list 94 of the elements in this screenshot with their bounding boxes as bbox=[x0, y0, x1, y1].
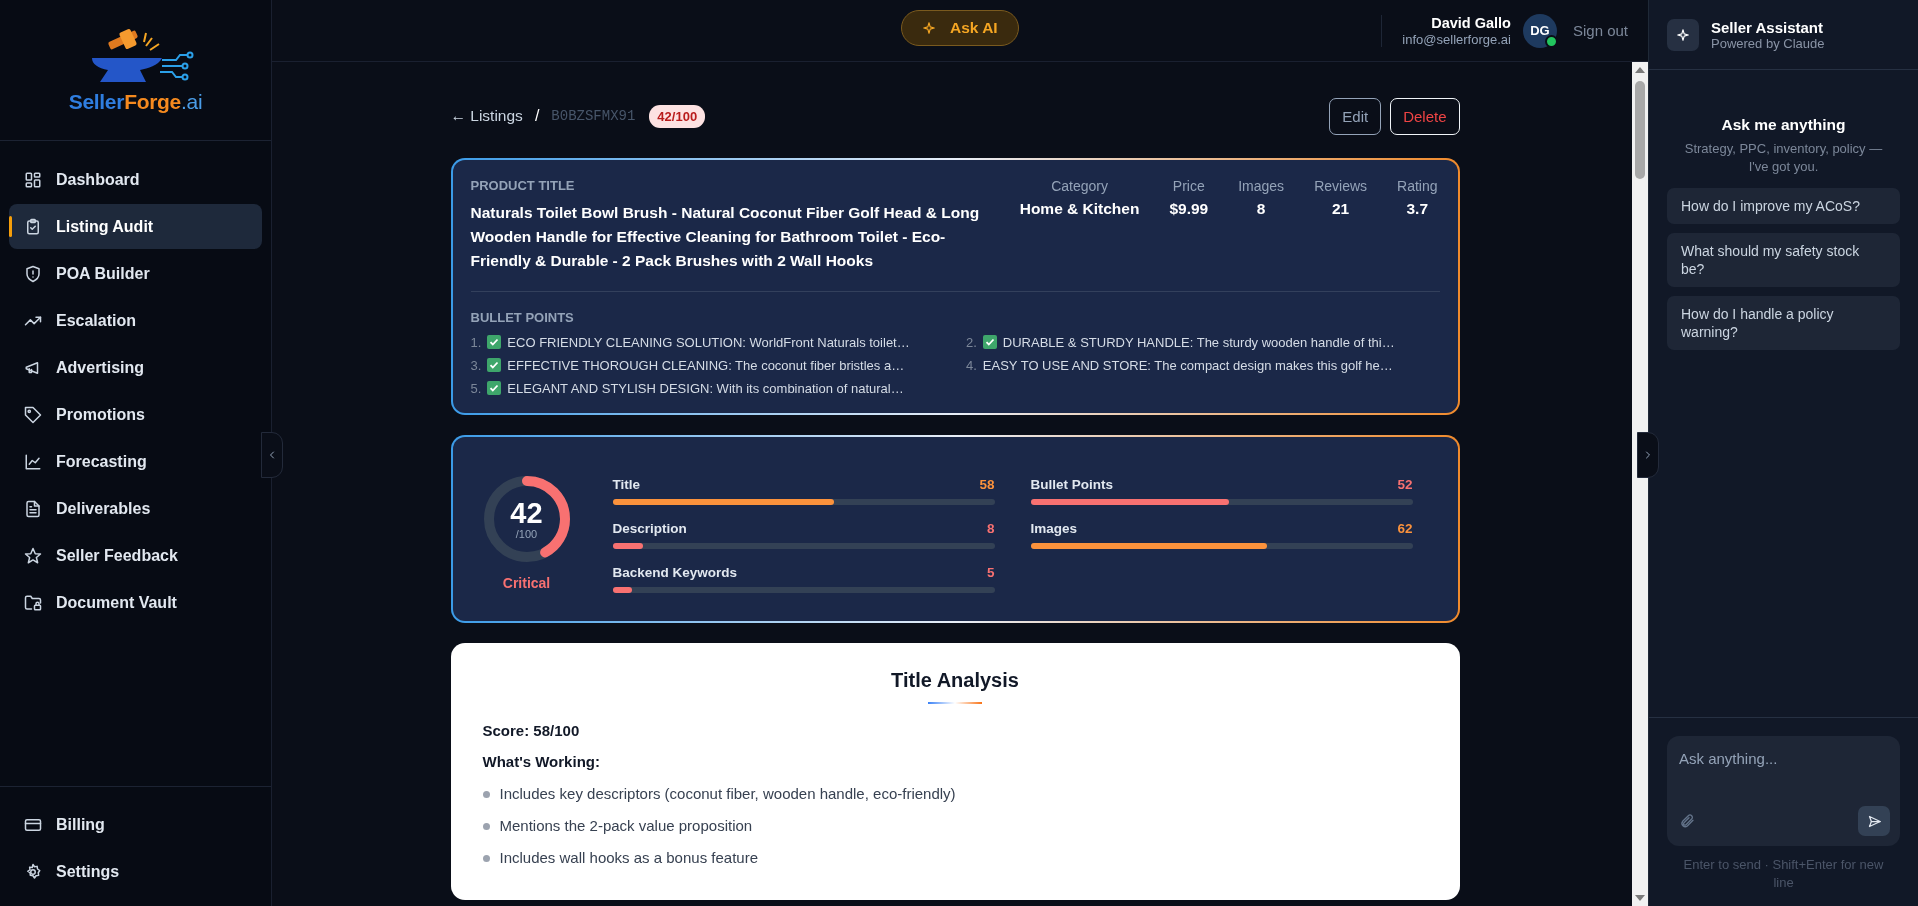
nav-item[interactable]: Escalation bbox=[9, 298, 262, 343]
bullet-text: EASY TO USE AND STORE: The compact design makes this golf he… bbox=[982, 357, 1393, 373]
bullet-number: 2. bbox=[966, 334, 977, 350]
list-item: Includes wall hooks as a bonus feature bbox=[499, 848, 758, 868]
star-icon bbox=[24, 546, 42, 565]
suggestion-chip[interactable]: How do I improve my ACoS? bbox=[1667, 188, 1900, 224]
nav-item[interactable]: Billing bbox=[9, 802, 262, 847]
metric-score: 8 bbox=[987, 521, 995, 536]
overall-score: 42 bbox=[510, 498, 543, 528]
score-text: Score: 58/100 bbox=[482, 722, 581, 739]
input-hint: Enter to send · Shift+Enter for new line bbox=[1682, 856, 1885, 892]
user-avatar[interactable]: DG bbox=[1522, 13, 1557, 48]
bullet-number: 5. bbox=[470, 380, 482, 396]
welcome-heading: Ask me anything bbox=[1721, 116, 1846, 134]
stat-value: 21 bbox=[1331, 200, 1350, 218]
panel-subtitle: Powered by Claude bbox=[1711, 35, 1825, 51]
nav-item[interactable]: POA Builder bbox=[9, 251, 262, 296]
bullet-number: 1. bbox=[470, 334, 482, 350]
settings-icon bbox=[24, 862, 42, 881]
stat-label: Category bbox=[1051, 178, 1108, 194]
scrollbar[interactable] bbox=[1632, 62, 1648, 906]
metric-label: Description bbox=[612, 521, 687, 536]
bullet-dot bbox=[482, 822, 490, 830]
list-item: Includes key descriptors (coconut fiber, wooden handle, eco-friendly) bbox=[499, 784, 956, 804]
send-button[interactable] bbox=[1858, 806, 1890, 836]
grid-icon bbox=[24, 170, 42, 189]
delete-button[interactable]: Delete bbox=[1390, 97, 1460, 135]
nav-item[interactable]: Forecasting bbox=[9, 439, 262, 484]
section-heading: What's Working: bbox=[482, 753, 601, 770]
welcome-text: Strategy, PPC, inventory, policy — I've got you. bbox=[1683, 140, 1884, 176]
panel-title: Seller Assistant bbox=[1711, 18, 1824, 36]
nav-item[interactable]: Document Vault bbox=[9, 580, 262, 625]
nav-item[interactable]: Listing Audit bbox=[9, 204, 262, 249]
message-field[interactable]: Ask anything... bbox=[1679, 746, 1890, 770]
score-max: /100 bbox=[515, 528, 538, 540]
metric-label: Title bbox=[612, 477, 640, 492]
bullet-text: ELEGANT AND STYLISH DESIGN: With its combination of natural… bbox=[507, 380, 904, 396]
shield-icon bbox=[24, 264, 42, 283]
nav-item[interactable]: Dashboard bbox=[9, 157, 262, 202]
product-title: Naturals Toilet Bowl Brush - Natural Coconut Fiber Golf Head & Long Wooden Handle for Effective Cleaning for Bathroom Toilet - Eco-Friendly & Durable - 2 Pack Brushes with 2 Wall Hooks bbox=[470, 203, 981, 271]
title-underline bbox=[928, 702, 982, 704]
ask-ai-button[interactable]: Ask AI bbox=[901, 10, 1019, 46]
bullet-number: 4. bbox=[966, 357, 977, 373]
stat-value: Home & Kitchen bbox=[1019, 200, 1140, 218]
metric-label: Bullet Points bbox=[1030, 477, 1113, 492]
nav-item[interactable]: Promotions bbox=[9, 392, 262, 437]
section-title: Title Analysis bbox=[890, 669, 1020, 692]
document-icon bbox=[24, 499, 42, 518]
metric-score: 52 bbox=[1397, 477, 1413, 492]
clipboard-icon bbox=[24, 217, 42, 236]
send-icon bbox=[1866, 813, 1882, 829]
folder-icon bbox=[24, 593, 42, 612]
suggestion-chip[interactable]: What should my safety stock be? bbox=[1667, 233, 1900, 287]
tag-icon bbox=[24, 405, 42, 424]
sparkle-icon bbox=[922, 21, 936, 35]
nav-item[interactable]: Settings bbox=[9, 849, 262, 894]
metric-label: Images bbox=[1030, 521, 1078, 536]
bullet-dot bbox=[482, 790, 490, 798]
metric-score: 58 bbox=[979, 477, 995, 492]
stat-label: Images bbox=[1238, 178, 1285, 194]
bullet-number: 3. bbox=[470, 357, 482, 373]
asin-text: B0BZSFMX91 bbox=[551, 108, 636, 124]
nav-item[interactable]: Deliverables bbox=[9, 486, 262, 531]
sparkle-icon bbox=[1676, 27, 1690, 42]
sign-out-link[interactable]: Sign out bbox=[1572, 22, 1628, 39]
metric-label: Backend Keywords bbox=[612, 565, 738, 580]
stat-value: 3.7 bbox=[1406, 200, 1429, 218]
section-label: PRODUCT TITLE bbox=[470, 178, 576, 193]
metric-score: 5 bbox=[987, 565, 995, 580]
list-item: Mentions the 2-pack value proposition bbox=[499, 816, 753, 836]
back-link[interactable]: ← Listings bbox=[450, 107, 523, 125]
score-badge: 42/100 bbox=[649, 104, 706, 128]
bullet-text: EFFECTIVE THOROUGH CLEANING: The coconut fiber bristles a… bbox=[507, 357, 905, 373]
nav-item[interactable]: Advertising bbox=[9, 345, 262, 390]
user-name: David Gallo bbox=[1431, 14, 1511, 31]
user-email: info@sellerforge.ai bbox=[1402, 31, 1511, 47]
line-chart-icon bbox=[24, 452, 42, 471]
breadcrumb-separator: / bbox=[534, 107, 540, 125]
stat-label: Reviews bbox=[1314, 178, 1368, 194]
bullet-text: DURABLE & STURDY HANDLE: The sturdy wooden handle of thi… bbox=[1002, 334, 1395, 350]
stat-label: Rating bbox=[1397, 178, 1438, 194]
bullet-text: ECO FRIENDLY CLEANING SOLUTION: WorldFront Naturals toilet… bbox=[507, 334, 910, 350]
nav-item[interactable]: Seller Feedback bbox=[9, 533, 262, 578]
logo-text: SellerForge.ai bbox=[68, 90, 203, 114]
paperclip-icon bbox=[1679, 813, 1695, 829]
stat-value: 8 bbox=[1256, 200, 1266, 218]
stat-label: Price bbox=[1172, 178, 1205, 194]
stat-value: $9.99 bbox=[1169, 200, 1209, 218]
score-status: Critical bbox=[502, 575, 551, 591]
metric-score: 62 bbox=[1397, 521, 1413, 536]
bullet-dot bbox=[482, 854, 490, 862]
section-label: BULLET POINTS bbox=[470, 310, 575, 325]
suggestion-chip[interactable]: How do I handle a policy warning? bbox=[1667, 296, 1900, 350]
edit-button[interactable]: Edit bbox=[1329, 97, 1382, 135]
